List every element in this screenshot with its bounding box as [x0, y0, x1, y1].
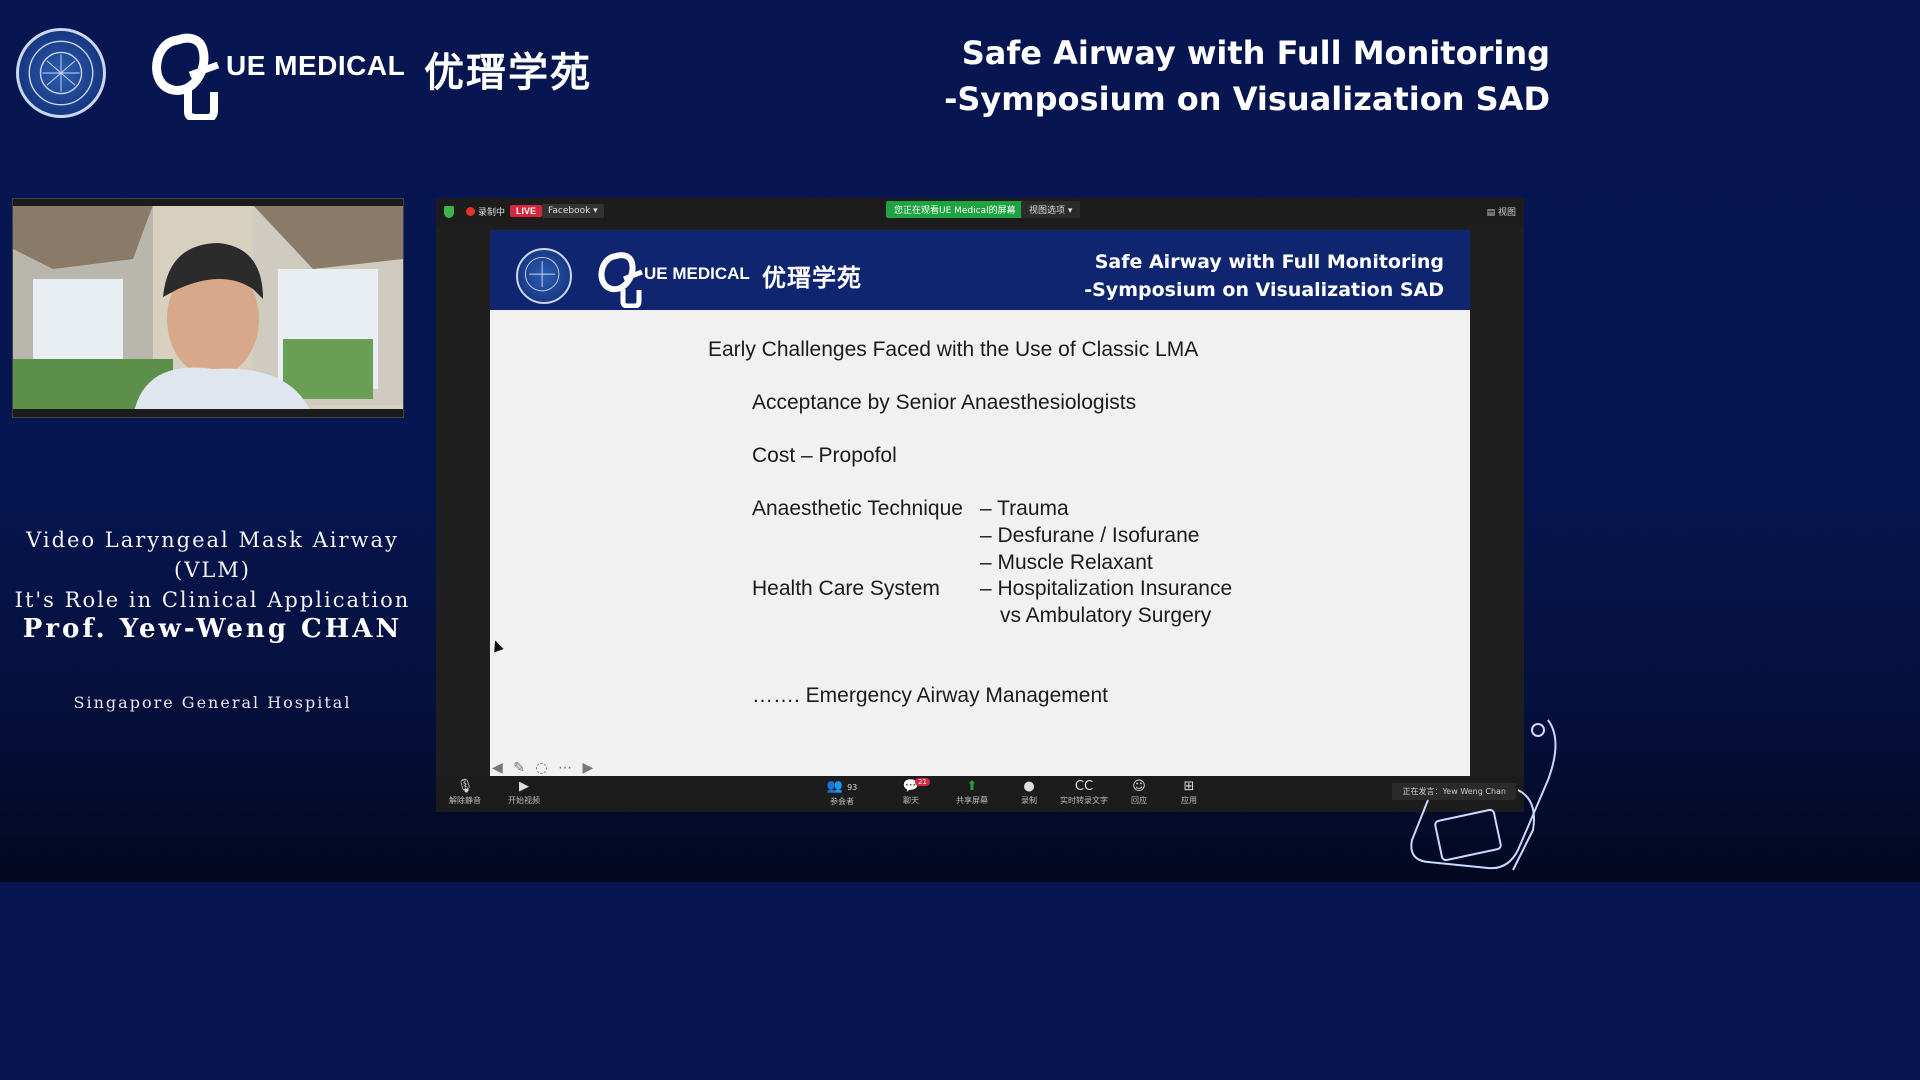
slide-item-acceptance: Acceptance by Senior Anaesthesiologists — [752, 391, 1137, 414]
slide-item-technique-relaxant: – Muscle Relaxant — [980, 551, 1153, 574]
participants-button[interactable]: 👥 93 参会者 — [814, 779, 870, 807]
start-video-button[interactable]: ▶ 开始视频 — [496, 779, 552, 806]
talk-title: Video Laryngeal Mask Airway (VLM) It's R… — [0, 525, 425, 615]
zoom-top-bar: 录制中 LIVE Facebook ▾ 您正在观看UE Medical的屏幕 视… — [436, 198, 1524, 226]
recording-label: 录制中 — [478, 208, 506, 218]
laryngoscope-illustration — [1410, 719, 1557, 871]
slide-youpei-academy-logo: 优瑨学苑 — [762, 264, 862, 292]
speaker-video-frame — [13, 199, 403, 417]
reactions-button[interactable]: ☺ 回应 — [1111, 779, 1167, 806]
slide-annotation-tools: ◀ ✎ ◌ ⋯ ▶ — [492, 760, 599, 776]
slide-event-title-line2: -Symposium on Visualization SAD — [1084, 279, 1444, 301]
apps-icon: ⊞ — [1183, 779, 1195, 794]
event-title-line2: -Symposium on Visualization SAD — [944, 80, 1550, 118]
participants-count: 93 — [847, 783, 858, 792]
ue-medical-wordmark: UE MEDICAL — [226, 50, 406, 81]
comment-icon[interactable]: ◌ — [535, 760, 547, 776]
microphone-muted-icon: 🎙 — [456, 779, 474, 794]
security-shield-icon[interactable] — [444, 206, 454, 218]
share-screen-label: 共享屏幕 — [956, 796, 988, 805]
start-video-label: 开始视频 — [508, 796, 540, 805]
unmute-button[interactable]: 🎙 解除静音 — [437, 779, 493, 806]
reactions-icon: ☺ — [1132, 779, 1146, 794]
slide-item-technique-desfurane: – Desfurane / Isofurane — [980, 524, 1200, 547]
camera-off-icon: ▶ — [519, 779, 529, 794]
event-title-line1: Safe Airway with Full Monitoring — [961, 34, 1550, 72]
share-screen-button[interactable]: ⬆ 共享屏幕 — [944, 779, 1000, 806]
event-title: Safe Airway with Full Monitoring -Sympos… — [944, 30, 1550, 122]
view-button[interactable]: ▤ 视图 — [1487, 205, 1516, 218]
slide-event-title-line1: Safe Airway with Full Monitoring — [1094, 251, 1444, 273]
more-icon[interactable]: ⋯ — [558, 760, 572, 776]
speaker-affiliation: Singapore General Hospital — [73, 693, 352, 712]
talk-title-line2: It's Role in Clinical Application — [14, 588, 411, 612]
arrow-right-icon[interactable]: ▶ — [583, 760, 594, 776]
speaker-video — [12, 198, 404, 418]
society-seal-logo — [16, 28, 106, 118]
record-icon: ● — [1023, 779, 1035, 794]
chat-unread-badge: 21 — [915, 778, 930, 786]
participants-label: 参会者 — [830, 797, 854, 806]
shared-slide: UE MEDICAL 优瑨学苑 Safe Airway with Full Mo… — [490, 230, 1470, 776]
recording-icon — [466, 207, 475, 216]
record-button[interactable]: ● 录制 — [1001, 779, 1057, 806]
zoom-toolbar: 🎙 解除静音 ▶ 开始视频 👥 93 参会者 💬 21 聊天 ⬆ 共享屏幕 ● … — [436, 776, 1524, 812]
view-options-dropdown[interactable]: 视图选项 ▾ — [1021, 201, 1081, 218]
participants-icon: 👥 93 — [826, 779, 858, 794]
reactions-label: 回应 — [1131, 796, 1147, 805]
slide-item-cost: Cost – Propofol — [752, 444, 897, 467]
apps-label: 应用 — [1181, 796, 1197, 805]
stream-target-dropdown[interactable]: Facebook ▾ — [542, 204, 604, 218]
arrow-left-icon[interactable]: ◀ — [492, 760, 503, 776]
apps-button[interactable]: ⊞ 应用 — [1161, 779, 1217, 806]
unmute-label: 解除静音 — [449, 796, 481, 805]
talk-title-line1: Video Laryngeal Mask Airway (VLM) — [26, 528, 399, 582]
live-transcript-label: 实时转录文字 — [1060, 796, 1108, 805]
slide-item-healthcare-label: Health Care System — [752, 577, 940, 600]
youpei-academy-logo: 优瑨学苑 — [424, 50, 592, 96]
caption-icon: CC — [1074, 779, 1094, 794]
slide-item-emergency: ……. Emergency Airway Management — [752, 684, 1108, 707]
slide-item-healthcare-insurance: – Hospitalization Insurance — [980, 577, 1233, 600]
chat-icon: 💬 — [902, 779, 920, 794]
slide-item-healthcare-ambulatory: vs Ambulatory Surgery — [1000, 604, 1212, 627]
slide-item-technique-label: Anaesthetic Technique — [752, 497, 963, 520]
live-transcript-button[interactable]: CC 实时转录文字 — [1056, 779, 1112, 806]
speaker-name: Prof. Yew-Weng CHAN — [22, 614, 403, 644]
chat-button[interactable]: 💬 21 聊天 — [883, 778, 939, 806]
viewing-screen-notice: 您正在观看UE Medical的屏幕 — [886, 201, 1024, 218]
slide-event-title: Safe Airway with Full Monitoring -Sympos… — [1084, 248, 1444, 304]
live-badge[interactable]: LIVE — [510, 205, 543, 217]
zoom-window: 录制中 LIVE Facebook ▾ 您正在观看UE Medical的屏幕 视… — [436, 198, 1524, 812]
share-screen-icon: ⬆ — [966, 779, 978, 794]
pen-icon[interactable]: ✎ — [513, 760, 525, 776]
slide-society-seal-logo — [516, 248, 572, 304]
slide-ue-medical-wordmark: UE MEDICAL — [644, 264, 750, 283]
slide-header: UE MEDICAL 优瑨学苑 Safe Airway with Full Mo… — [490, 230, 1470, 310]
record-label: 录制 — [1021, 796, 1037, 805]
slide-heading: Early Challenges Faced with the Use of C… — [708, 338, 1199, 361]
chat-label: 聊天 — [903, 796, 919, 805]
slide-item-technique-trauma: – Trauma — [980, 497, 1069, 520]
